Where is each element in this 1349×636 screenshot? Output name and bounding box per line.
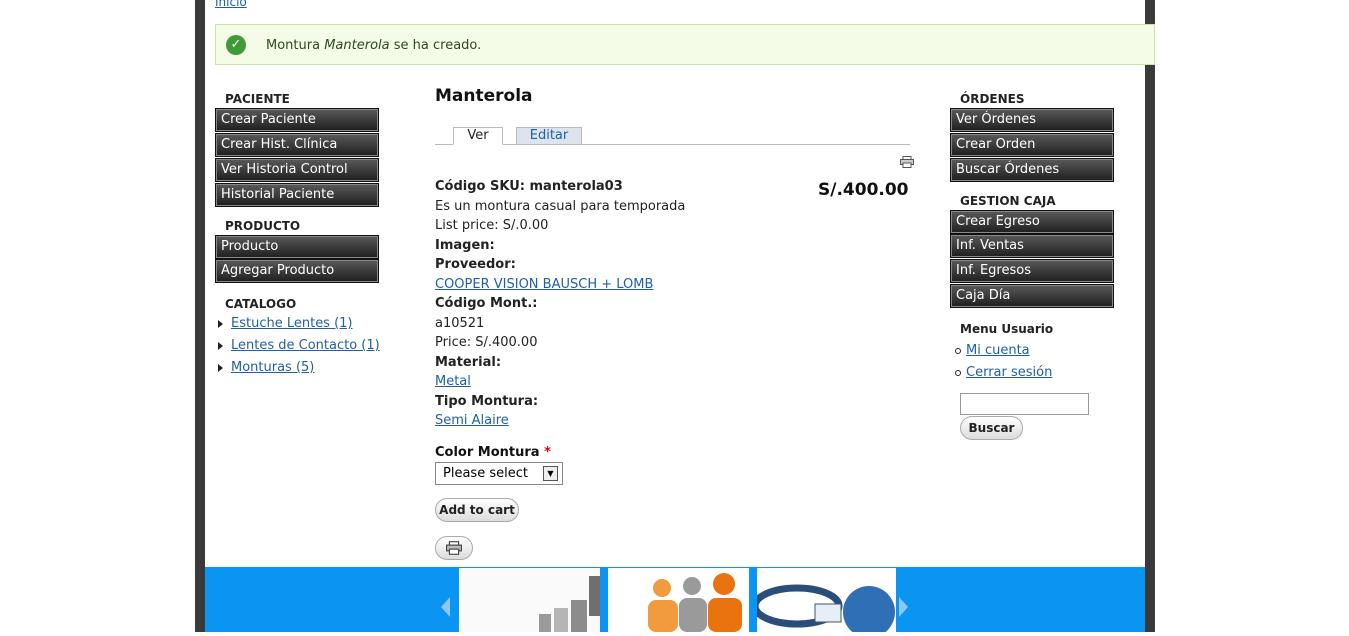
catalogo-link-lentes[interactable]: Lentes de Contacto (1) bbox=[231, 338, 380, 353]
gestion-caja-block-title: GESTION CAJA bbox=[960, 194, 1056, 208]
menu-agregar-producto[interactable]: Agregar Producto bbox=[215, 259, 379, 283]
sku-label: Código SKU: bbox=[435, 179, 525, 194]
check-icon: ✓ bbox=[226, 35, 246, 55]
search-button[interactable]: Buscar bbox=[960, 416, 1023, 440]
carousel-prev-icon[interactable] bbox=[441, 597, 450, 617]
list-item: Monturas (5) bbox=[218, 360, 380, 382]
ordenes-block-title: ÓRDENES bbox=[960, 92, 1025, 106]
menu-ver-ordenes[interactable]: Ver Órdenes bbox=[950, 108, 1114, 132]
imagen-label: Imagen: bbox=[435, 237, 495, 253]
proveedor-label: Proveedor: bbox=[435, 257, 516, 272]
status-message-text: Montura Manterola se ha creado. bbox=[266, 38, 482, 53]
sku-row: Código SKU: manterola03 bbox=[435, 177, 685, 197]
usuario-list: Mi cuenta Cerrar sesión bbox=[955, 342, 1052, 386]
people-image bbox=[608, 568, 749, 632]
carousel-next-icon[interactable] bbox=[899, 597, 908, 617]
sku-value: manterola03 bbox=[524, 179, 623, 194]
list-item: Estuche Lentes (1) bbox=[218, 316, 380, 338]
tab-editar[interactable]: Editar bbox=[516, 127, 582, 145]
paciente-block-title: PACIENTE bbox=[225, 92, 290, 106]
bullet-icon bbox=[955, 369, 961, 376]
tab-ver[interactable]: Ver bbox=[453, 127, 503, 145]
search-input[interactable] bbox=[960, 393, 1089, 415]
catalogo-list: Estuche Lentes (1) Lentes de Contacto (1… bbox=[218, 316, 380, 382]
material-link[interactable]: Metal bbox=[435, 374, 471, 389]
breadcrumb-home-link[interactable]: Inicio bbox=[215, 0, 247, 9]
menu-crear-orden[interactable]: Crear Orden bbox=[950, 133, 1114, 157]
menu-caja-dia[interactable]: Caja Día bbox=[950, 284, 1114, 308]
carousel-image-3[interactable] bbox=[751, 568, 896, 636]
menu-historial-paciente[interactable]: Historial Paciente bbox=[215, 183, 379, 207]
menu-crear-hist-clinica[interactable]: Crear Hist. Clínica bbox=[215, 133, 379, 157]
menu-inf-egresos[interactable]: Inf. Egresos bbox=[950, 259, 1114, 283]
triangle-right-icon bbox=[218, 341, 223, 350]
codigo-mont-value: a10521 bbox=[435, 315, 485, 331]
page-title: Manterola bbox=[435, 86, 533, 106]
color-montura-select[interactable]: Please select ▼ bbox=[435, 462, 563, 485]
price-line: Price: S/.400.00 bbox=[435, 335, 538, 350]
menu-crear-egreso[interactable]: Crear Egreso bbox=[950, 210, 1114, 234]
tipo-montura-link[interactable]: Semi Alaire bbox=[435, 413, 509, 428]
pieces-image bbox=[459, 568, 600, 632]
color-montura-select-value: Please select bbox=[443, 466, 528, 481]
printer-icon bbox=[446, 541, 462, 555]
status-message: ✓ Montura Manterola se ha creado. bbox=[215, 24, 1155, 65]
print-button[interactable] bbox=[435, 536, 473, 560]
menu-crear-paciente[interactable]: Crear Paciente bbox=[215, 108, 379, 132]
product-description: Es un montura casual para temporada bbox=[435, 198, 686, 214]
producto-block-title: PRODUCTO bbox=[225, 219, 301, 233]
status-message-item-name: Manterola bbox=[324, 38, 390, 53]
list-price: List price: S/.0.00 bbox=[435, 218, 549, 233]
menu-producto[interactable]: Producto bbox=[215, 235, 379, 259]
add-to-cart-button[interactable]: Add to cart bbox=[435, 498, 519, 522]
chevron-down-icon: ▼ bbox=[543, 466, 558, 481]
cerrar-sesion-link[interactable]: Cerrar sesión bbox=[966, 365, 1052, 380]
required-mark: * bbox=[544, 445, 551, 460]
menu-inf-ventas[interactable]: Inf. Ventas bbox=[950, 234, 1114, 258]
product-price: S/.400.00 bbox=[818, 180, 909, 200]
catalogo-block-title: CATALOGO bbox=[225, 297, 297, 311]
triangle-right-icon bbox=[218, 319, 223, 328]
tabs-divider bbox=[435, 144, 910, 145]
carousel-image-1[interactable] bbox=[459, 568, 600, 632]
product-fields: Código SKU: manterola03 Es un montura ca… bbox=[435, 177, 685, 431]
color-montura-label: Color Montura * bbox=[435, 445, 551, 460]
menu-buscar-ordenes[interactable]: Buscar Órdenes bbox=[950, 158, 1114, 182]
list-item: Mi cuenta bbox=[955, 342, 1052, 364]
film-reel-image bbox=[751, 568, 896, 636]
menu-usuario-title: Menu Usuario bbox=[960, 322, 1054, 336]
catalogo-link-estuche[interactable]: Estuche Lentes (1) bbox=[231, 316, 353, 331]
list-item: Cerrar sesión bbox=[955, 364, 1052, 386]
page-frame-left bbox=[195, 0, 205, 632]
printer-icon[interactable] bbox=[900, 156, 914, 168]
page-frame-right bbox=[1145, 0, 1155, 632]
proveedor-link[interactable]: COOPER VISION BAUSCH + LOMB bbox=[435, 277, 653, 292]
triangle-right-icon bbox=[218, 363, 223, 372]
catalogo-link-monturas[interactable]: Monturas (5) bbox=[231, 360, 314, 375]
material-label: Material: bbox=[435, 354, 502, 370]
list-item: Lentes de Contacto (1) bbox=[218, 338, 380, 360]
bullet-icon bbox=[955, 347, 961, 354]
codigo-mont-label: Código Mont.: bbox=[435, 296, 538, 311]
tipo-montura-label: Tipo Montura: bbox=[435, 393, 539, 409]
menu-ver-historia-control[interactable]: Ver Historia Control bbox=[215, 158, 379, 182]
mi-cuenta-link[interactable]: Mi cuenta bbox=[966, 343, 1030, 358]
carousel-image-2[interactable] bbox=[608, 568, 749, 632]
